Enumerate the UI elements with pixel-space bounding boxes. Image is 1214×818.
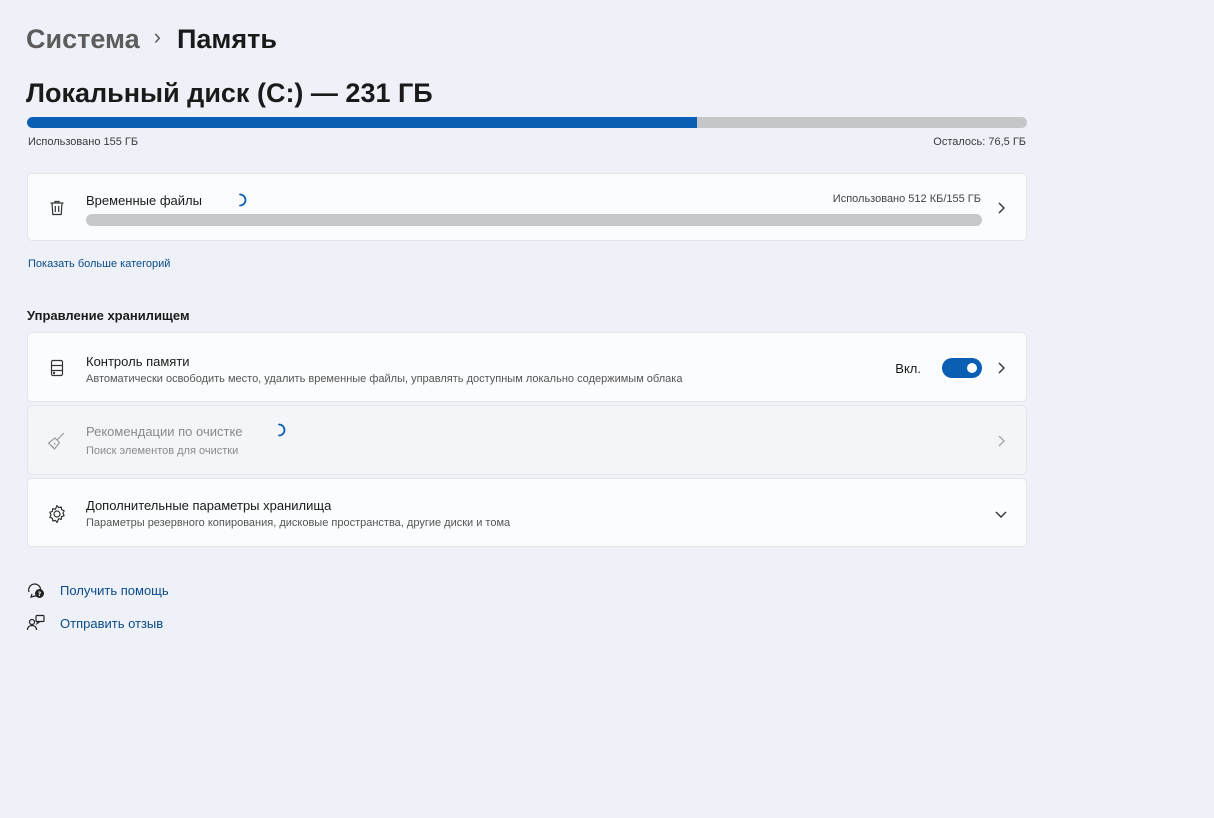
chevron-right-icon [994,361,1008,375]
temp-files-title: Временные файлы [86,193,202,208]
loading-spinner-icon [278,423,286,437]
chevron-down-icon [994,507,1008,521]
storage-sense-card[interactable]: Контроль памяти Автоматически освободить… [27,332,1027,402]
advanced-storage-subtitle: Параметры резервного копирования, дисков… [86,517,511,529]
cleanup-subtitle: Поиск элементов для очистки [86,445,239,457]
show-more-categories-link[interactable]: Показать больше категорий [28,258,170,270]
disk-free-label: Осталось: 76,5 ГБ [933,136,1026,148]
cleanup-title: Рекомендации по очистке [86,424,243,439]
chevron-right-icon [994,434,1008,448]
help-icon: ? [26,580,46,600]
storage-drive-icon [46,357,68,379]
disk-usage-bar [27,117,1027,128]
storage-sense-toggle-label: Вкл. [895,361,921,376]
loading-spinner-icon [239,193,247,207]
breadcrumb: Система › Память [26,20,277,58]
toggle-knob [967,363,977,373]
gear-icon [46,503,68,525]
send-feedback-text: Отправить отзыв [60,615,164,631]
storage-management-heading: Управление хранилищем [27,308,190,323]
breadcrumb-system[interactable]: Система [26,24,140,55]
get-help-text: Получить помощь [60,582,169,598]
advanced-storage-title: Дополнительные параметры хранилища [86,498,332,513]
breadcrumb-separator-icon: › [153,24,161,49]
page-title: Память [176,23,277,54]
storage-sense-subtitle: Автоматически освободить место, удалить … [86,373,683,385]
disk-usage-fill [27,117,697,128]
send-feedback-link[interactable]: Отправить отзыв [26,613,163,633]
storage-settings-page: Система › Память Локальный диск (C:) — 2… [0,0,1214,818]
cleanup-recommendations-card[interactable]: Рекомендации по очистке Поиск элементов … [27,405,1027,475]
svg-text:?: ? [38,591,42,598]
get-help-link[interactable]: ? Получить помощь [26,580,169,600]
trash-icon [46,197,68,219]
storage-sense-title: Контроль памяти [86,354,190,369]
temp-files-usage: Использовано 512 КБ/155 ГБ [832,193,981,205]
disk-used-label: Использовано 155 ГБ [28,136,139,148]
advanced-storage-card[interactable]: Дополнительные параметры хранилища Парам… [27,478,1027,547]
chevron-right-icon [994,201,1008,215]
feedback-icon [26,613,46,633]
temp-files-bar [86,214,982,226]
storage-sense-toggle[interactable] [942,358,982,378]
disk-title: Локальный диск (C:) — 231 ГБ [26,78,433,108]
temp-files-card[interactable]: Временные файлы Использовано 512 КБ/155 … [27,173,1027,241]
broom-icon [46,430,68,452]
